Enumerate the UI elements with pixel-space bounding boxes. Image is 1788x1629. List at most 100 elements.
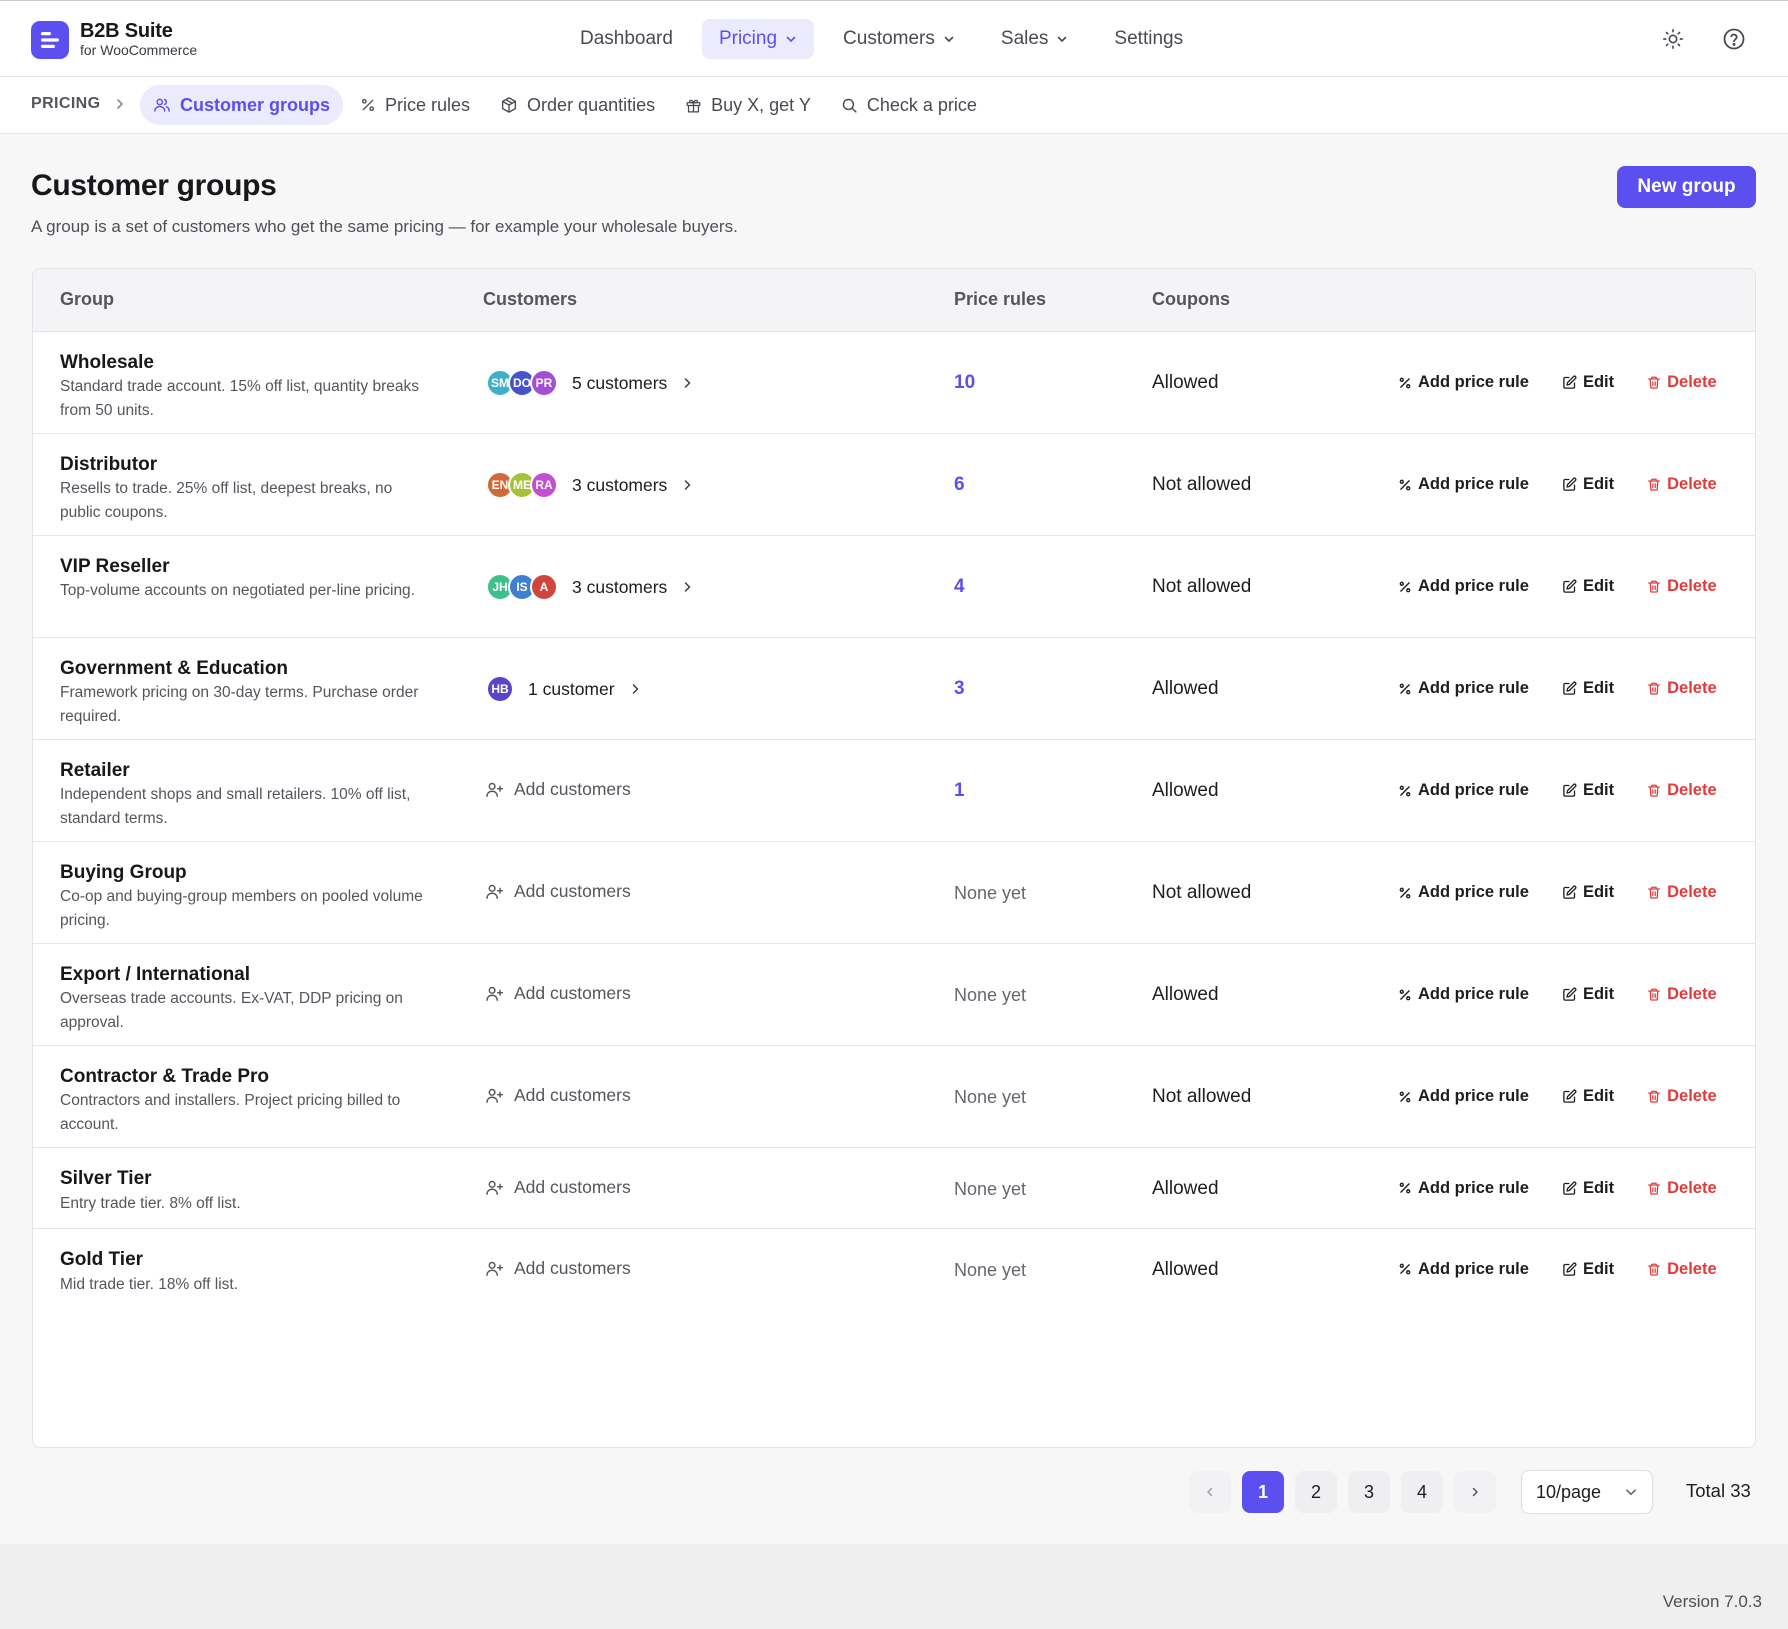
nav-customers[interactable]: Customers	[826, 19, 972, 59]
delete-button[interactable]: Delete	[1647, 985, 1717, 1004]
add-price-rule-button[interactable]: Add price rule	[1398, 985, 1529, 1004]
breadcrumb[interactable]: PRICING	[31, 95, 100, 113]
nav-dashboard[interactable]: Dashboard	[563, 19, 690, 59]
top-bar: B2B Suite for WooCommerce Dashboard Pric…	[0, 0, 1788, 77]
edit-icon	[1563, 1262, 1577, 1276]
percent-icon	[1399, 1091, 1411, 1102]
group-description: Entry trade tier. 8% off list.	[60, 1195, 241, 1212]
edit-button[interactable]: Edit	[1562, 781, 1614, 800]
prev-page-button[interactable]	[1189, 1471, 1231, 1513]
header-price-rules[interactable]: Price rules	[954, 289, 1046, 310]
edit-icon	[1563, 783, 1577, 797]
per-page-select[interactable]: 10/page	[1521, 1470, 1653, 1514]
edit-icon	[1563, 681, 1577, 695]
edit-icon	[1563, 477, 1577, 491]
users-icon	[154, 98, 170, 112]
page-button[interactable]: 3	[1348, 1471, 1390, 1513]
brand[interactable]: B2B Suite for WooCommerce	[31, 20, 197, 59]
price-rules-count[interactable]: 1	[954, 780, 965, 802]
per-page-value: 10/page	[1536, 1481, 1602, 1502]
add-customers-button[interactable]: Add customers	[485, 983, 631, 1004]
tab-check-a-price[interactable]: Check a price	[828, 85, 990, 125]
table-header: Group Customers Price rules Coupons	[33, 269, 1755, 332]
edit-button[interactable]: Edit	[1562, 475, 1614, 494]
table-row: Buying Group Co-op and buying-group membe…	[33, 842, 1755, 944]
header-group[interactable]: Group	[60, 289, 114, 310]
edit-button[interactable]: Edit	[1562, 373, 1614, 392]
avatar: HB	[486, 675, 514, 703]
page-button[interactable]: 4	[1401, 1471, 1443, 1513]
edit-button[interactable]: Edit	[1562, 985, 1614, 1004]
subnav-tabs: Customer groups Price rules Order quanti…	[140, 85, 994, 125]
tab-buy-x-get-y[interactable]: Buy X, get Y	[672, 85, 824, 125]
delete-button[interactable]: Delete	[1647, 475, 1717, 494]
edit-icon	[1563, 375, 1577, 389]
coupons-status: Not allowed	[1152, 576, 1252, 597]
add-price-rule-label: Add price rule	[1418, 985, 1529, 1003]
delete-label: Delete	[1667, 1259, 1717, 1278]
edit-button[interactable]: Edit	[1562, 1260, 1614, 1279]
avatar: A	[530, 573, 558, 601]
add-customers-label: Add customers	[514, 983, 631, 1003]
page-button[interactable]: 2	[1295, 1471, 1337, 1513]
add-price-rule-button[interactable]: Add price rule	[1398, 1179, 1529, 1198]
customers-link[interactable]: JH IS A 3 customers	[486, 570, 693, 604]
customers-link[interactable]: EN ME RA 3 customers	[486, 468, 693, 502]
group-description: Resells to trade. 25% off list, deepest …	[60, 480, 393, 521]
add-customers-button[interactable]: Add customers	[485, 1177, 631, 1198]
add-price-rule-button[interactable]: Add price rule	[1398, 577, 1529, 596]
row-actions: Add price rule Edit Delete	[1398, 985, 1717, 1004]
delete-button[interactable]: Delete	[1647, 373, 1717, 392]
page-button[interactable]: 1	[1242, 1471, 1284, 1513]
tab-price-rules[interactable]: Price rules	[347, 85, 483, 125]
price-rules-count[interactable]: 4	[954, 576, 965, 598]
new-group-button[interactable]: New group	[1617, 166, 1756, 208]
edit-button[interactable]: Edit	[1562, 1179, 1614, 1198]
price-rules-count[interactable]: 6	[954, 474, 965, 496]
add-price-rule-button[interactable]: Add price rule	[1398, 1087, 1529, 1106]
add-customers-button[interactable]: Add customers	[485, 1258, 631, 1279]
next-page-button[interactable]	[1454, 1471, 1496, 1513]
add-customers-button[interactable]: Add customers	[485, 779, 631, 800]
help-circle-icon[interactable]	[1720, 25, 1748, 53]
delete-button[interactable]: Delete	[1647, 1179, 1717, 1198]
add-customers-button[interactable]: Add customers	[485, 881, 631, 902]
edit-button[interactable]: Edit	[1562, 1087, 1614, 1106]
add-price-rule-button[interactable]: Add price rule	[1398, 781, 1529, 800]
nav-settings[interactable]: Settings	[1097, 19, 1200, 59]
edit-icon	[1563, 1181, 1577, 1195]
nav-sales[interactable]: Sales	[984, 19, 1086, 59]
add-price-rule-label: Add price rule	[1418, 577, 1529, 595]
page-description: A group is a set of customers who get th…	[31, 217, 738, 236]
delete-button[interactable]: Delete	[1647, 781, 1717, 800]
coupons-status: Not allowed	[1152, 1086, 1252, 1107]
header-customers[interactable]: Customers	[483, 289, 577, 310]
customers-link[interactable]: HB 1 customer	[486, 672, 641, 706]
edit-button[interactable]: Edit	[1562, 883, 1614, 902]
add-customers-label: Add customers	[514, 1176, 631, 1197]
customer-count: 3 customers	[572, 474, 668, 495]
add-customers-button[interactable]: Add customers	[485, 1085, 631, 1106]
header-coupons[interactable]: Coupons	[1152, 289, 1230, 310]
price-rules-count[interactable]: 3	[954, 678, 965, 700]
add-price-rule-button[interactable]: Add price rule	[1398, 883, 1529, 902]
price-rules-count[interactable]: 10	[954, 372, 975, 394]
delete-button[interactable]: Delete	[1647, 1087, 1717, 1106]
add-price-rule-button[interactable]: Add price rule	[1398, 475, 1529, 494]
theme-sun-icon[interactable]	[1659, 25, 1687, 53]
tab-order-quantities[interactable]: Order quantities	[487, 85, 668, 125]
version-label: Version 7.0.3	[1662, 1592, 1762, 1611]
customers-link[interactable]: SM DO PR 5 customers	[486, 366, 693, 400]
delete-button[interactable]: Delete	[1647, 1260, 1717, 1279]
add-price-rule-button[interactable]: Add price rule	[1398, 679, 1529, 698]
add-price-rule-button[interactable]: Add price rule	[1398, 1260, 1529, 1279]
delete-button[interactable]: Delete	[1647, 679, 1717, 698]
brand-name: B2B Suite	[80, 20, 173, 42]
edit-button[interactable]: Edit	[1562, 679, 1614, 698]
tab-customer-groups[interactable]: Customer groups	[140, 85, 344, 125]
delete-button[interactable]: Delete	[1647, 577, 1717, 596]
edit-button[interactable]: Edit	[1562, 577, 1614, 596]
nav-pricing[interactable]: Pricing	[701, 19, 815, 59]
delete-button[interactable]: Delete	[1647, 883, 1717, 902]
add-price-rule-button[interactable]: Add price rule	[1398, 373, 1529, 392]
